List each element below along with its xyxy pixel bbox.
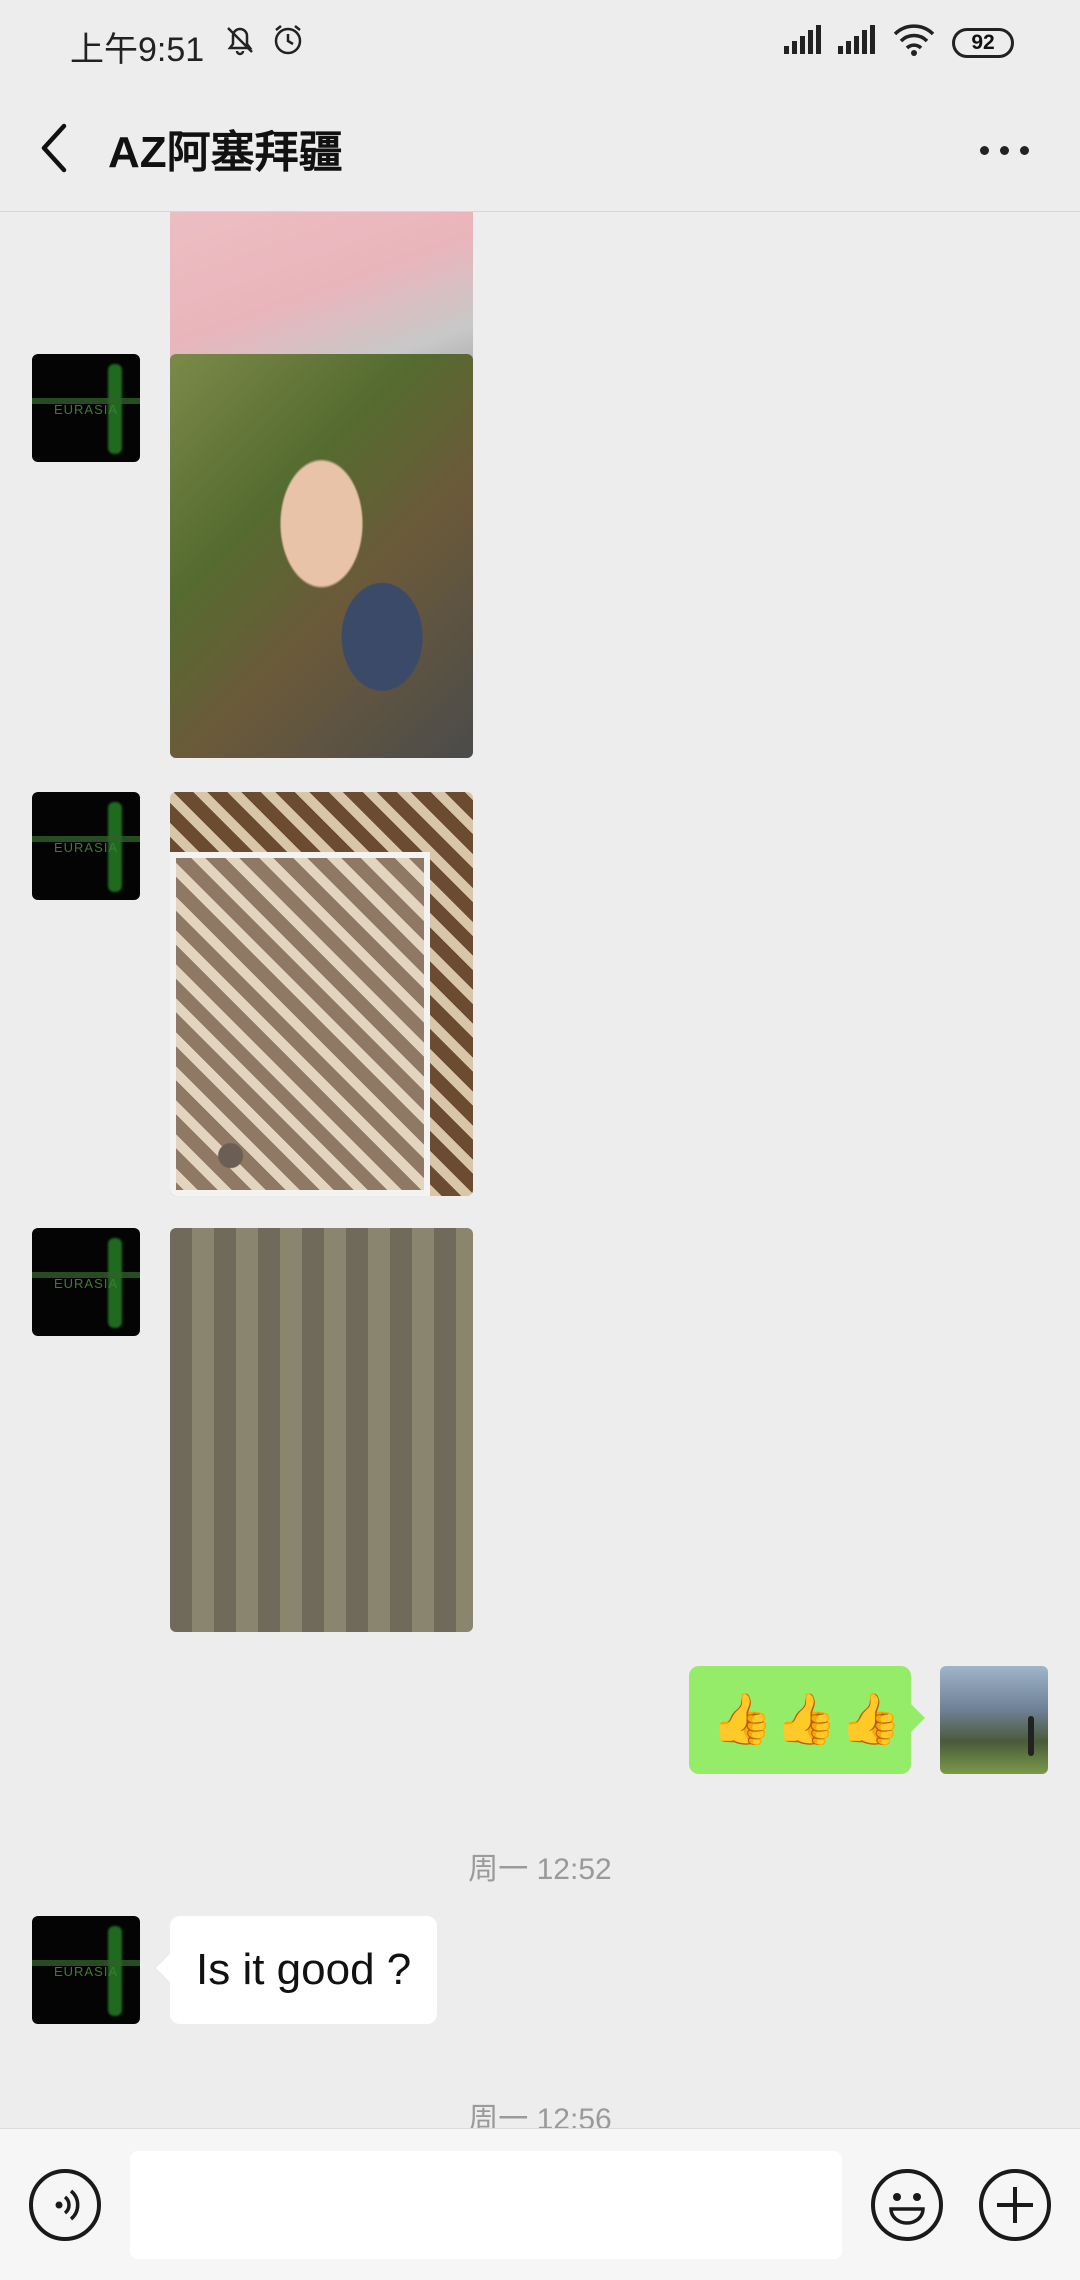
mute-bell-icon <box>227 27 253 56</box>
outgoing-message-bubble[interactable]: 👍👍👍 <box>689 1666 925 1774</box>
contact-avatar[interactable]: EURASIA <box>32 792 140 900</box>
signal-icon <box>838 25 875 54</box>
contact-avatar[interactable]: EURASIA <box>32 1916 140 2024</box>
image-message[interactable] <box>170 1228 473 1632</box>
message-timestamp: 周一 12:52 <box>468 1853 612 1886</box>
emoji-icon[interactable] <box>871 2169 943 2241</box>
message-list[interactable]: EURASIA EURASIA EURASIA 👍👍👍 周一 12:52 EUR… <box>0 212 1080 2128</box>
contact-avatar[interactable]: EURASIA <box>32 1228 140 1336</box>
message-timestamp: 周一 12:56 <box>468 2103 612 2128</box>
battery-icon: 92 <box>952 28 1014 58</box>
incoming-message-bubble[interactable]: Is it good ? <box>155 1916 438 2024</box>
my-avatar[interactable] <box>940 1666 1048 1774</box>
image-message[interactable] <box>170 792 473 1196</box>
input-bar <box>0 2128 1080 2280</box>
chat-title: AZ阿塞拜疆 <box>108 128 343 177</box>
thumbs-up-emoji: 👍👍👍 <box>711 1691 904 1747</box>
more-dots-icon[interactable] <box>970 120 1040 180</box>
voice-icon[interactable] <box>29 2169 101 2241</box>
wifi-icon <box>893 24 935 56</box>
alarm-icon <box>274 25 302 55</box>
chevron-left-icon[interactable] <box>34 118 74 178</box>
status-time: 上午9:51 <box>70 31 205 69</box>
chat-header: AZ阿塞拜疆 <box>0 90 1080 212</box>
status-bar: 上午9:51 92 <box>0 0 1080 90</box>
contact-avatar[interactable]: EURASIA <box>32 354 140 462</box>
plus-icon[interactable] <box>979 2169 1051 2241</box>
image-message[interactable] <box>170 354 473 758</box>
message-input[interactable] <box>130 2151 842 2259</box>
signal-icon <box>784 25 821 54</box>
